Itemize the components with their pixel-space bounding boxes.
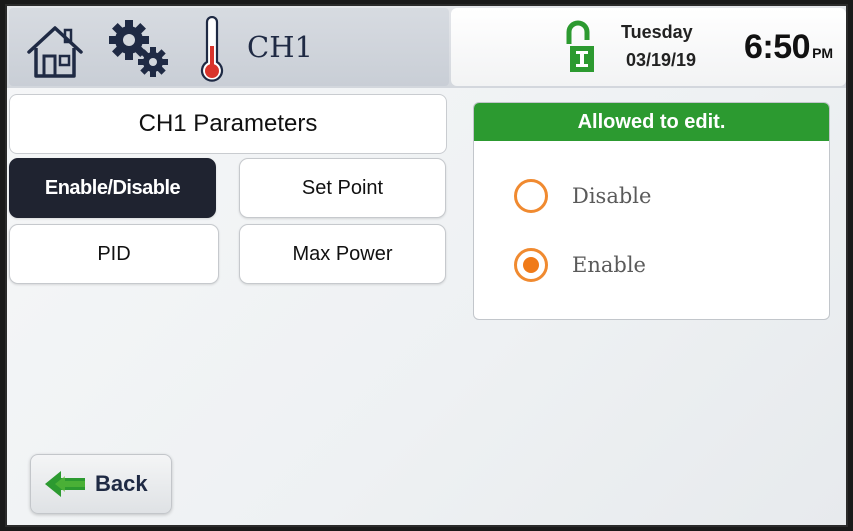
thermometer-icon bbox=[200, 16, 224, 82]
parameters-title: CH1 Parameters bbox=[9, 94, 447, 154]
channel-title: CH1 bbox=[247, 30, 313, 64]
home-icon[interactable] bbox=[25, 22, 85, 80]
disable-radio[interactable] bbox=[514, 179, 548, 213]
pid-button[interactable]: PID bbox=[9, 224, 219, 284]
device-screen: CH1 Tuesday 03/19/19 6:50 PM CH1 Paramete… bbox=[5, 4, 848, 527]
top-nav-panel: CH1 bbox=[9, 8, 449, 86]
disable-label: Disable bbox=[572, 184, 652, 208]
ampm-label: PM bbox=[812, 45, 834, 61]
edit-status-header: Allowed to edit. bbox=[474, 103, 829, 141]
back-label: Back bbox=[95, 471, 148, 496]
disable-option[interactable]: Disable bbox=[514, 179, 651, 213]
enable-option[interactable]: Enable bbox=[514, 248, 646, 282]
max-power-button[interactable]: Max Power bbox=[239, 224, 446, 284]
back-button[interactable]: Back bbox=[30, 454, 172, 514]
set-point-button[interactable]: Set Point bbox=[239, 158, 446, 218]
back-arrow-icon bbox=[45, 471, 85, 497]
enable-label: Enable bbox=[572, 253, 646, 277]
time-value: 6:50 bbox=[744, 28, 811, 66]
enable-radio[interactable] bbox=[514, 248, 548, 282]
time-label: 6:50 PM bbox=[744, 28, 833, 67]
day-label: Tuesday bbox=[621, 22, 693, 42]
lock-icon[interactable] bbox=[562, 20, 596, 74]
date-label: 03/19/19 bbox=[626, 50, 697, 70]
edit-panel: Allowed to edit. Disable Enable bbox=[473, 102, 830, 320]
gear-icon[interactable] bbox=[105, 18, 171, 80]
enable-disable-button[interactable]: Enable/Disable bbox=[9, 158, 216, 218]
top-bar: CH1 Tuesday 03/19/19 6:50 PM bbox=[7, 6, 846, 88]
